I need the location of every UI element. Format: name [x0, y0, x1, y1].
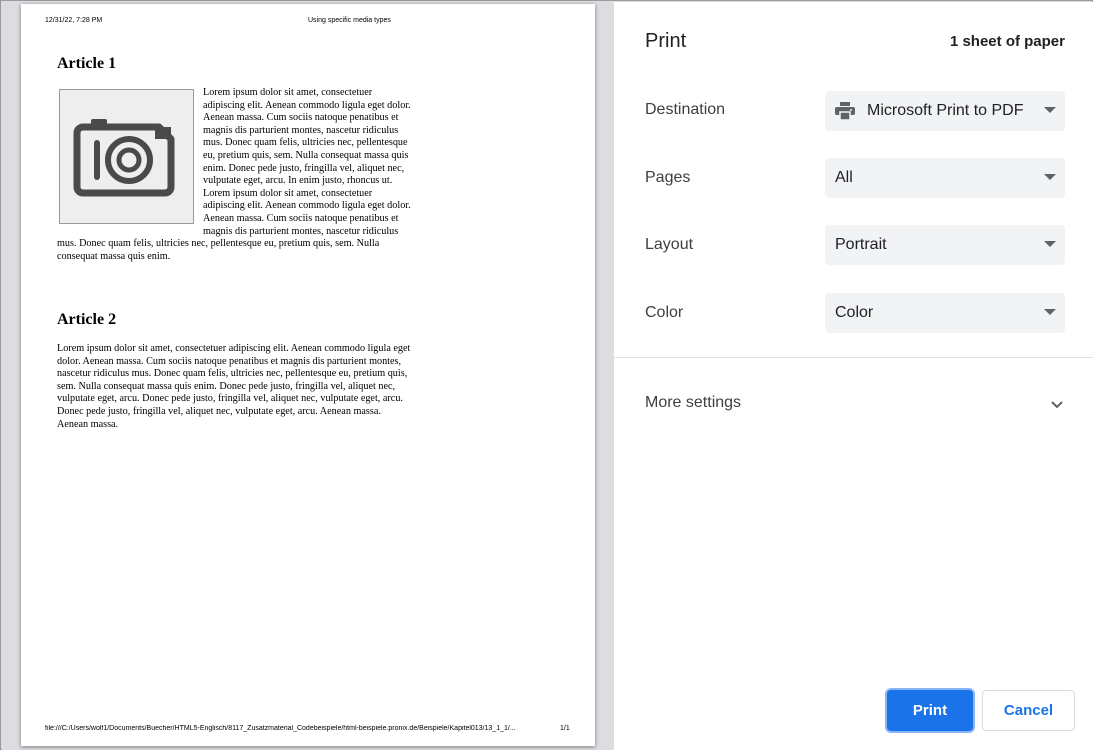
- page-header-date: 12/31/22, 7:28 PM: [45, 17, 103, 24]
- destination-label: Destination: [645, 101, 726, 118]
- article-1-image: [59, 89, 194, 224]
- chevron-down-icon: [1044, 241, 1056, 247]
- article-2-title: Article 2: [57, 311, 117, 328]
- preview-page: 12/31/22, 7:28 PM Using specific media t…: [21, 4, 595, 746]
- cancel-button[interactable]: Cancel: [982, 690, 1075, 731]
- pages-value: All: [835, 169, 853, 186]
- page-header-title: Using specific media types: [308, 17, 391, 24]
- chevron-down-icon[interactable]: [1050, 397, 1064, 415]
- print-preview-area[interactable]: 12/31/22, 7:28 PM Using specific media t…: [2, 2, 614, 750]
- color-value: Color: [835, 304, 874, 321]
- print-settings-panel: Print 1 sheet of paper Destination Micro…: [614, 2, 1093, 750]
- divider: [614, 357, 1093, 358]
- article-1-title: Article 1: [57, 55, 117, 72]
- panel-title: Print: [645, 30, 687, 52]
- layout-label: Layout: [645, 236, 694, 253]
- color-label: Color: [645, 304, 684, 321]
- destination-value: Microsoft Print to PDF: [867, 102, 1024, 119]
- article-1-body: Lorem ipsum dolor sit amet, consectetuer…: [57, 87, 413, 263]
- page-footer-page-number: 1/1: [560, 725, 570, 732]
- camera-icon: [73, 118, 174, 196]
- article-2-body: Lorem ipsum dolor sit amet, consectetuer…: [57, 343, 411, 430]
- pages-select[interactable]: All: [825, 158, 1065, 198]
- destination-select[interactable]: Microsoft Print to PDF: [825, 91, 1065, 131]
- layout-value: Portrait: [835, 236, 887, 253]
- chevron-down-icon: [1044, 174, 1056, 180]
- more-settings-toggle[interactable]: More settings: [645, 394, 741, 412]
- page-footer-url: file:///C:/Users/wolf1/Documents/Buecher…: [45, 725, 516, 732]
- print-dialog: 12/31/22, 7:28 PM Using specific media t…: [0, 0, 1093, 750]
- pages-label: Pages: [645, 169, 691, 186]
- chevron-down-icon: [1044, 309, 1056, 315]
- color-select[interactable]: Color: [825, 293, 1065, 333]
- chevron-down-icon: [1044, 107, 1056, 113]
- print-button[interactable]: Print: [887, 690, 973, 731]
- printer-icon: [835, 102, 855, 120]
- sheet-count: 1 sheet of paper: [949, 33, 1065, 50]
- layout-select[interactable]: Portrait: [825, 225, 1065, 265]
